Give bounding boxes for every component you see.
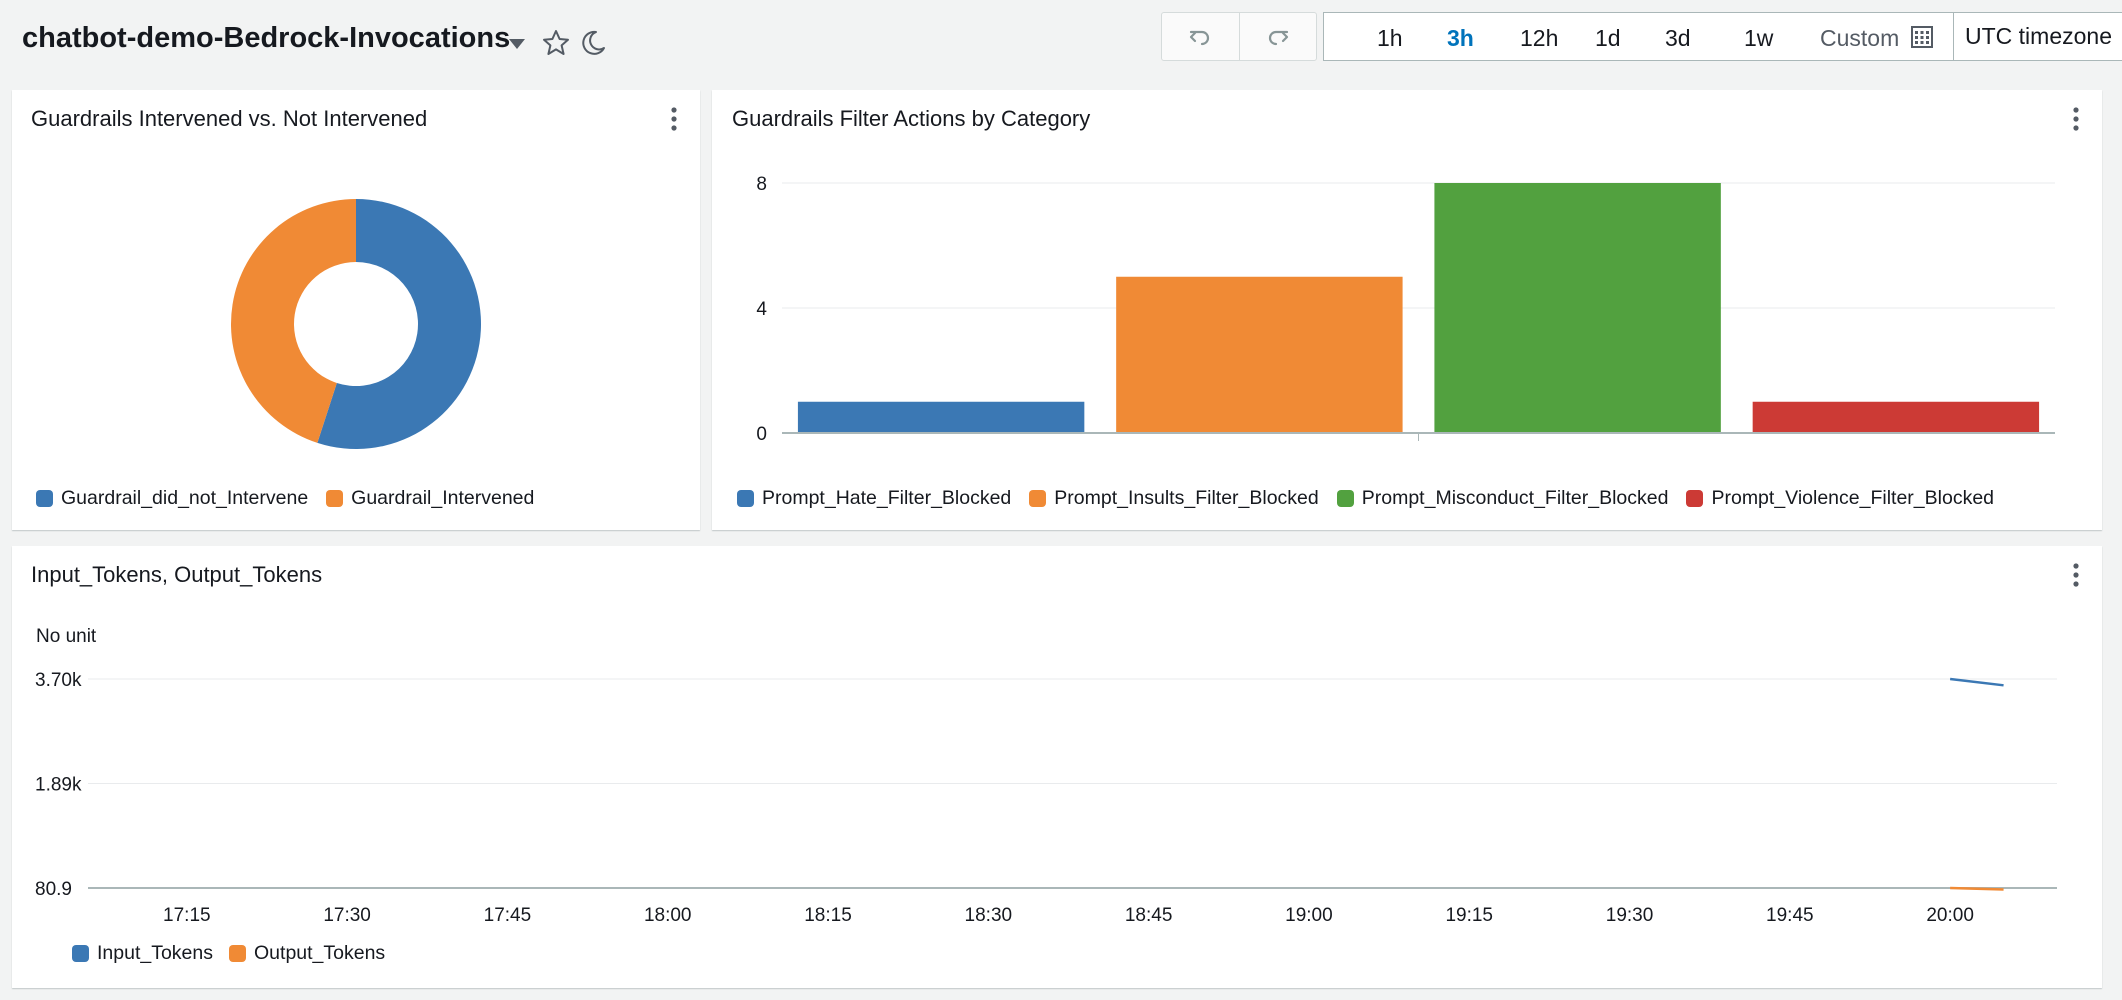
x-tick-label: 17:30 [323, 905, 371, 926]
dashboard-title: chatbot-demo-Bedrock-Invocations [22, 22, 511, 54]
legend-swatch [72, 945, 89, 962]
line-legend: Input_Tokens Output_Tokens [72, 942, 403, 965]
x-tick-label: 18:00 [644, 905, 692, 926]
bar [1434, 183, 1721, 433]
line-widget: Input_Tokens, Output_Tokens No unit 3.70… [12, 546, 2102, 988]
y-tick-label: 8 [756, 174, 767, 195]
x-tick-label: 19:15 [1445, 905, 1493, 926]
x-tick-label: 17:15 [163, 905, 211, 926]
legend-swatch [1029, 490, 1047, 507]
undo-icon [1190, 30, 1210, 45]
redo-icon [1268, 30, 1288, 45]
legend-label: Guardrail_Intervened [351, 487, 535, 509]
legend-swatch [737, 490, 754, 507]
legend-swatch [229, 945, 247, 962]
dashboard-header: chatbot-demo-Bedrock-Invocations 1h 3h 1… [0, 0, 2122, 84]
x-tick-label: 18:45 [1125, 905, 1173, 926]
x-tick-label: 19:45 [1766, 905, 1814, 926]
legend-label: Guardrail_did_not_Intervene [61, 487, 309, 509]
range-3h[interactable]: 3h [1447, 25, 1474, 52]
y-tick-label: 0 [756, 424, 767, 445]
bar-legend: Prompt_Hate_Filter_Blocked Prompt_Insult… [737, 487, 2012, 510]
x-tick-label: 19:30 [1606, 905, 1654, 926]
legend-item[interactable]: Output_Tokens [229, 942, 385, 965]
x-tick-label: 19:00 [1285, 905, 1333, 926]
line-chart: 3.70k 1.89k 80.9 17:15 17:30 17:45 18:00 18:15 1… [35, 670, 2057, 926]
legend-label: Input_Tokens [97, 942, 214, 964]
legend-label: Prompt_Misconduct_Filter_Blocked [1361, 487, 1669, 509]
time-range-selector: 1h 3h 12h 1d 3d 1w Custom UTC timezone [1323, 12, 2122, 61]
y-tick-label: 4 [756, 299, 767, 320]
legend-item[interactable]: Prompt_Insults_Filter_Blocked [1029, 487, 1319, 510]
y-tick-label: 80.9 [35, 879, 72, 900]
range-12h[interactable]: 12h [1520, 25, 1558, 52]
donut-chart [231, 199, 482, 449]
range-1w[interactable]: 1w [1744, 25, 1773, 52]
y-tick-label: 3.70k [35, 670, 82, 691]
donut-legend: Guardrail_did_not_Intervene Guardrail_In… [36, 487, 552, 510]
legend-label: Output_Tokens [254, 942, 386, 964]
legend-item[interactable]: Prompt_Violence_Filter_Blocked [1686, 487, 1994, 510]
y-tick-label: 1.89k [35, 775, 82, 796]
legend-label: Prompt_Violence_Filter_Blocked [1711, 487, 1995, 509]
legend-swatch [36, 490, 53, 507]
legend-swatch [1336, 490, 1354, 507]
range-1h[interactable]: 1h [1377, 25, 1403, 52]
legend-label: Prompt_Insults_Filter_Blocked [1054, 487, 1319, 509]
star-icon[interactable] [541, 28, 571, 58]
x-tick-label: 17:45 [484, 905, 532, 926]
legend-item[interactable]: Guardrail_Intervened [326, 487, 534, 510]
bar [797, 401, 1085, 433]
range-custom[interactable]: Custom [1820, 25, 1899, 52]
undo-button[interactable] [1162, 13, 1239, 60]
legend-label: Prompt_Hate_Filter_Blocked [762, 487, 1012, 509]
legend-swatch [1686, 490, 1704, 507]
donut-widget: Guardrails Intervened vs. Not Intervened… [12, 90, 700, 530]
bar [1752, 401, 2040, 433]
legend-item[interactable]: Prompt_Hate_Filter_Blocked [737, 487, 1011, 510]
x-tick-label: 18:30 [965, 905, 1013, 926]
range-3d[interactable]: 3d [1665, 25, 1691, 52]
moon-icon[interactable] [578, 28, 608, 58]
redo-button[interactable] [1238, 13, 1317, 60]
legend-item[interactable]: Guardrail_did_not_Intervene [36, 487, 308, 510]
timezone-selector[interactable]: UTC timezone [1953, 13, 2122, 60]
range-1d[interactable]: 1d [1595, 25, 1621, 52]
legend-item[interactable]: Input_Tokens [72, 942, 213, 965]
calendar-icon[interactable] [1910, 25, 1934, 49]
x-tick-label: 18:15 [804, 905, 852, 926]
bar [1116, 276, 1403, 433]
x-tick-label: 20:00 [1926, 905, 1974, 926]
bar-widget: Guardrails Filter Actions by Category 04… [712, 90, 2102, 530]
series-line [1949, 677, 2004, 687]
legend-item[interactable]: Prompt_Misconduct_Filter_Blocked [1336, 487, 1669, 510]
caret-down-icon[interactable] [502, 28, 532, 58]
bar-chart: 0 4 8 [756, 174, 2055, 445]
undo-redo-group [1161, 12, 1317, 61]
series-line [1950, 886, 2004, 891]
legend-swatch [326, 490, 344, 507]
